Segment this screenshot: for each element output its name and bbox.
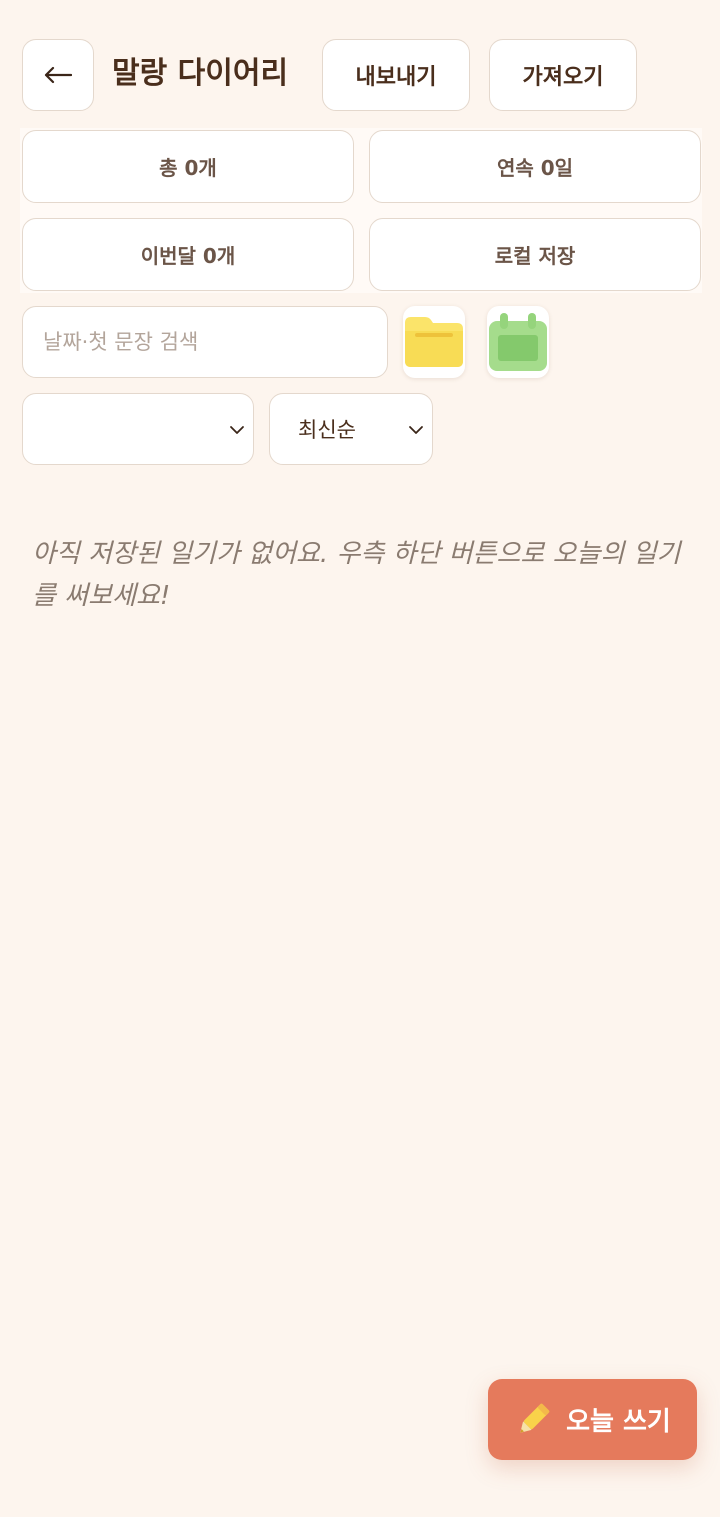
stat-total-count: 총 0개 xyxy=(22,130,354,203)
folder-button[interactable] xyxy=(403,306,465,378)
chevron-down-icon xyxy=(409,426,423,434)
stat-storage-mode: 로컬 저장 xyxy=(369,218,701,291)
pencil-icon xyxy=(520,1403,550,1433)
write-today-button[interactable]: 오늘 쓰기 xyxy=(488,1379,697,1460)
sort-select-value: 최신순 xyxy=(298,418,356,442)
export-button[interactable]: 내보내기 xyxy=(322,39,470,111)
sort-select[interactable]: 최신순 xyxy=(269,393,433,465)
filter-select[interactable] xyxy=(22,393,254,465)
app-title: 말랑 다이어리 xyxy=(112,56,289,91)
search-input[interactable] xyxy=(22,306,388,378)
write-today-label: 오늘 쓰기 xyxy=(566,1407,671,1437)
arrow-left-icon xyxy=(44,66,72,84)
back-button[interactable] xyxy=(22,39,94,111)
empty-state-message: 아직 저장된 일기가 없어요. 우측 하단 버튼으로 오늘의 일기를 써보세요! xyxy=(32,539,681,611)
folder-icon xyxy=(405,317,463,367)
stat-streak-days: 연속 0일 xyxy=(369,130,701,203)
calendar-icon xyxy=(489,313,547,371)
chevron-down-icon xyxy=(230,426,244,434)
calendar-button[interactable] xyxy=(487,306,549,378)
diary-page: 말랑 다이어리 내보내기 가져오기 총 0개 연속 0일 이번달 0개 로컬 저… xyxy=(0,0,720,1517)
import-button[interactable]: 가져오기 xyxy=(489,39,637,111)
stat-this-month: 이번달 0개 xyxy=(22,218,354,291)
